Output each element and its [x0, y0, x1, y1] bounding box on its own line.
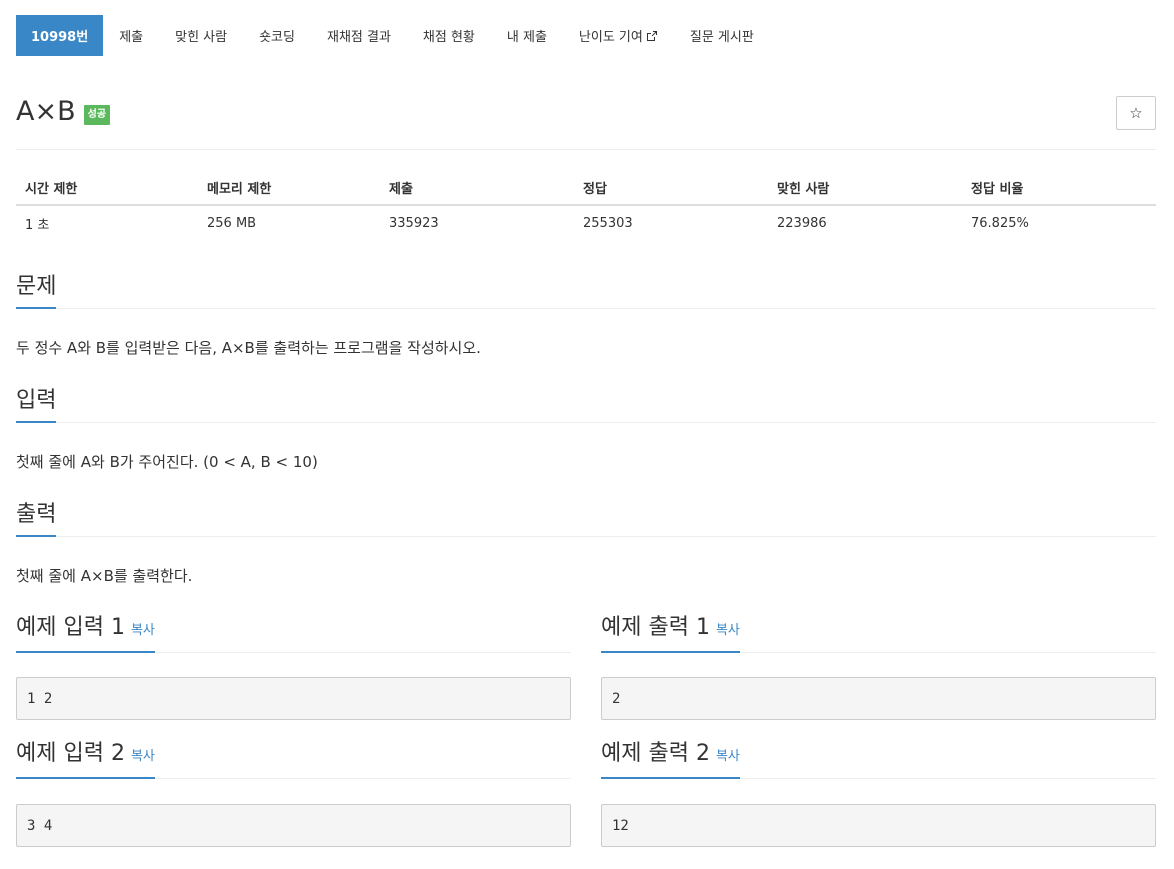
sample-input-1-title: 예제 입력 1 복사	[16, 614, 155, 653]
sample-input-1-section: 예제 입력 1 복사	[16, 615, 571, 653]
solved-users-value: 223986	[777, 216, 827, 231]
output-section: 출력 첫째 줄에 A×B를 출력한다.	[16, 499, 1156, 586]
star-button[interactable]: ☆	[1116, 96, 1156, 130]
description-section: 문제 두 정수 A와 B를 입력받은 다음, A×B를 출력하는 프로그램을 작…	[16, 271, 1156, 358]
ratio-value: 76.825%	[971, 216, 1029, 231]
copy-button[interactable]: 복사	[131, 749, 155, 764]
input-section: 입력 첫째 줄에 A와 B가 주어진다. (0 < A, B < 10)	[16, 385, 1156, 472]
description-headline: 문제	[16, 271, 1156, 309]
time-limit-value: 1 초	[25, 218, 50, 233]
tab-difficulty-label: 난이도 기여	[578, 30, 643, 45]
problem-info-table: 시간 제한 메모리 제한 제출 정답 맞힌 사람 정답 비율 1 초 256 M…	[16, 171, 1156, 241]
tab-solved-users[interactable]: 맞힌 사람	[159, 15, 243, 56]
sample-input-2-label: 예제 입력 2	[16, 741, 125, 766]
problem-nav: 10998번 제출 맞힌 사람 숏코딩 재채점 결과 채점 현황 내 제출 난이…	[16, 15, 770, 56]
table-header-row: 시간 제한 메모리 제한 제출 정답 맞힌 사람 정답 비율	[16, 171, 1156, 206]
tab-board[interactable]: 질문 게시판	[674, 15, 770, 56]
sample-input-2: 3 4	[16, 804, 571, 847]
sample-output-2: 12	[601, 804, 1156, 847]
output-text: 첫째 줄에 A×B를 출력한다.	[16, 567, 193, 585]
header-time-limit: 시간 제한	[16, 171, 198, 206]
header-solved-users: 맞힌 사람	[768, 171, 962, 206]
input-title: 입력	[16, 387, 57, 423]
copy-button[interactable]: 복사	[716, 623, 740, 638]
sample-output-1-title: 예제 출력 1 복사	[601, 614, 740, 653]
sample-input-1: 1 2	[16, 677, 571, 720]
sample-input-1-headline: 예제 입력 1 복사	[16, 615, 571, 653]
tab-difficulty[interactable]: 난이도 기여	[563, 15, 674, 56]
sample-input-2-headline: 예제 입력 2 복사	[16, 741, 571, 779]
tab-short-coding[interactable]: 숏코딩	[243, 15, 311, 56]
description-title: 문제	[16, 273, 57, 309]
header-ratio: 정답 비율	[962, 171, 1156, 206]
input-headline: 입력	[16, 385, 1156, 423]
sample-output-1: 2	[601, 677, 1156, 720]
header-accepted: 정답	[574, 171, 768, 206]
input-text: 첫째 줄에 A와 B가 주어진다. (0 < A, B < 10)	[16, 453, 318, 471]
sample-input-1-label: 예제 입력 1	[16, 615, 125, 640]
sample-output-2-section: 예제 출력 2 복사	[601, 741, 1156, 779]
header-memory-limit: 메모리 제한	[198, 171, 380, 206]
sample-output-1-section: 예제 출력 1 복사	[601, 615, 1156, 653]
sample-output-1-label: 예제 출력 1	[601, 615, 710, 640]
status-badge: 성공	[83, 104, 111, 125]
sample-input-2-title: 예제 입력 2 복사	[16, 740, 155, 779]
copy-button[interactable]: 복사	[131, 623, 155, 638]
tab-rejudge[interactable]: 재채점 결과	[311, 15, 407, 56]
description-text: 두 정수 A와 B를 입력받은 다음, A×B를 출력하는 프로그램을 작성하시…	[16, 339, 481, 357]
sample-output-1-headline: 예제 출력 1 복사	[601, 615, 1156, 653]
header-submissions: 제출	[380, 171, 574, 206]
output-title: 출력	[16, 501, 57, 537]
memory-limit-value: 256 MB	[207, 216, 257, 231]
tab-my-submissions[interactable]: 내 제출	[491, 15, 563, 56]
accepted-value: 255303	[583, 216, 633, 231]
tab-submit[interactable]: 제출	[103, 15, 159, 56]
copy-button[interactable]: 복사	[716, 749, 740, 764]
output-headline: 출력	[16, 499, 1156, 537]
star-icon: ☆	[1129, 104, 1143, 122]
tab-judge-status[interactable]: 채점 현황	[407, 15, 491, 56]
problem-header: A×B 성공	[16, 96, 111, 127]
external-link-icon	[646, 30, 657, 41]
submissions-value: 335923	[389, 216, 439, 231]
tab-problem[interactable]: 10998번	[16, 15, 104, 56]
table-row: 1 초 256 MB 335923 255303 223986 76.825%	[16, 205, 1156, 241]
sample-output-2-headline: 예제 출력 2 복사	[601, 741, 1156, 779]
sample-output-2-label: 예제 출력 2	[601, 741, 710, 766]
problem-title: A×B	[16, 96, 76, 127]
divider	[16, 149, 1156, 150]
sample-input-2-section: 예제 입력 2 복사	[16, 741, 571, 779]
sample-output-2-title: 예제 출력 2 복사	[601, 740, 740, 779]
